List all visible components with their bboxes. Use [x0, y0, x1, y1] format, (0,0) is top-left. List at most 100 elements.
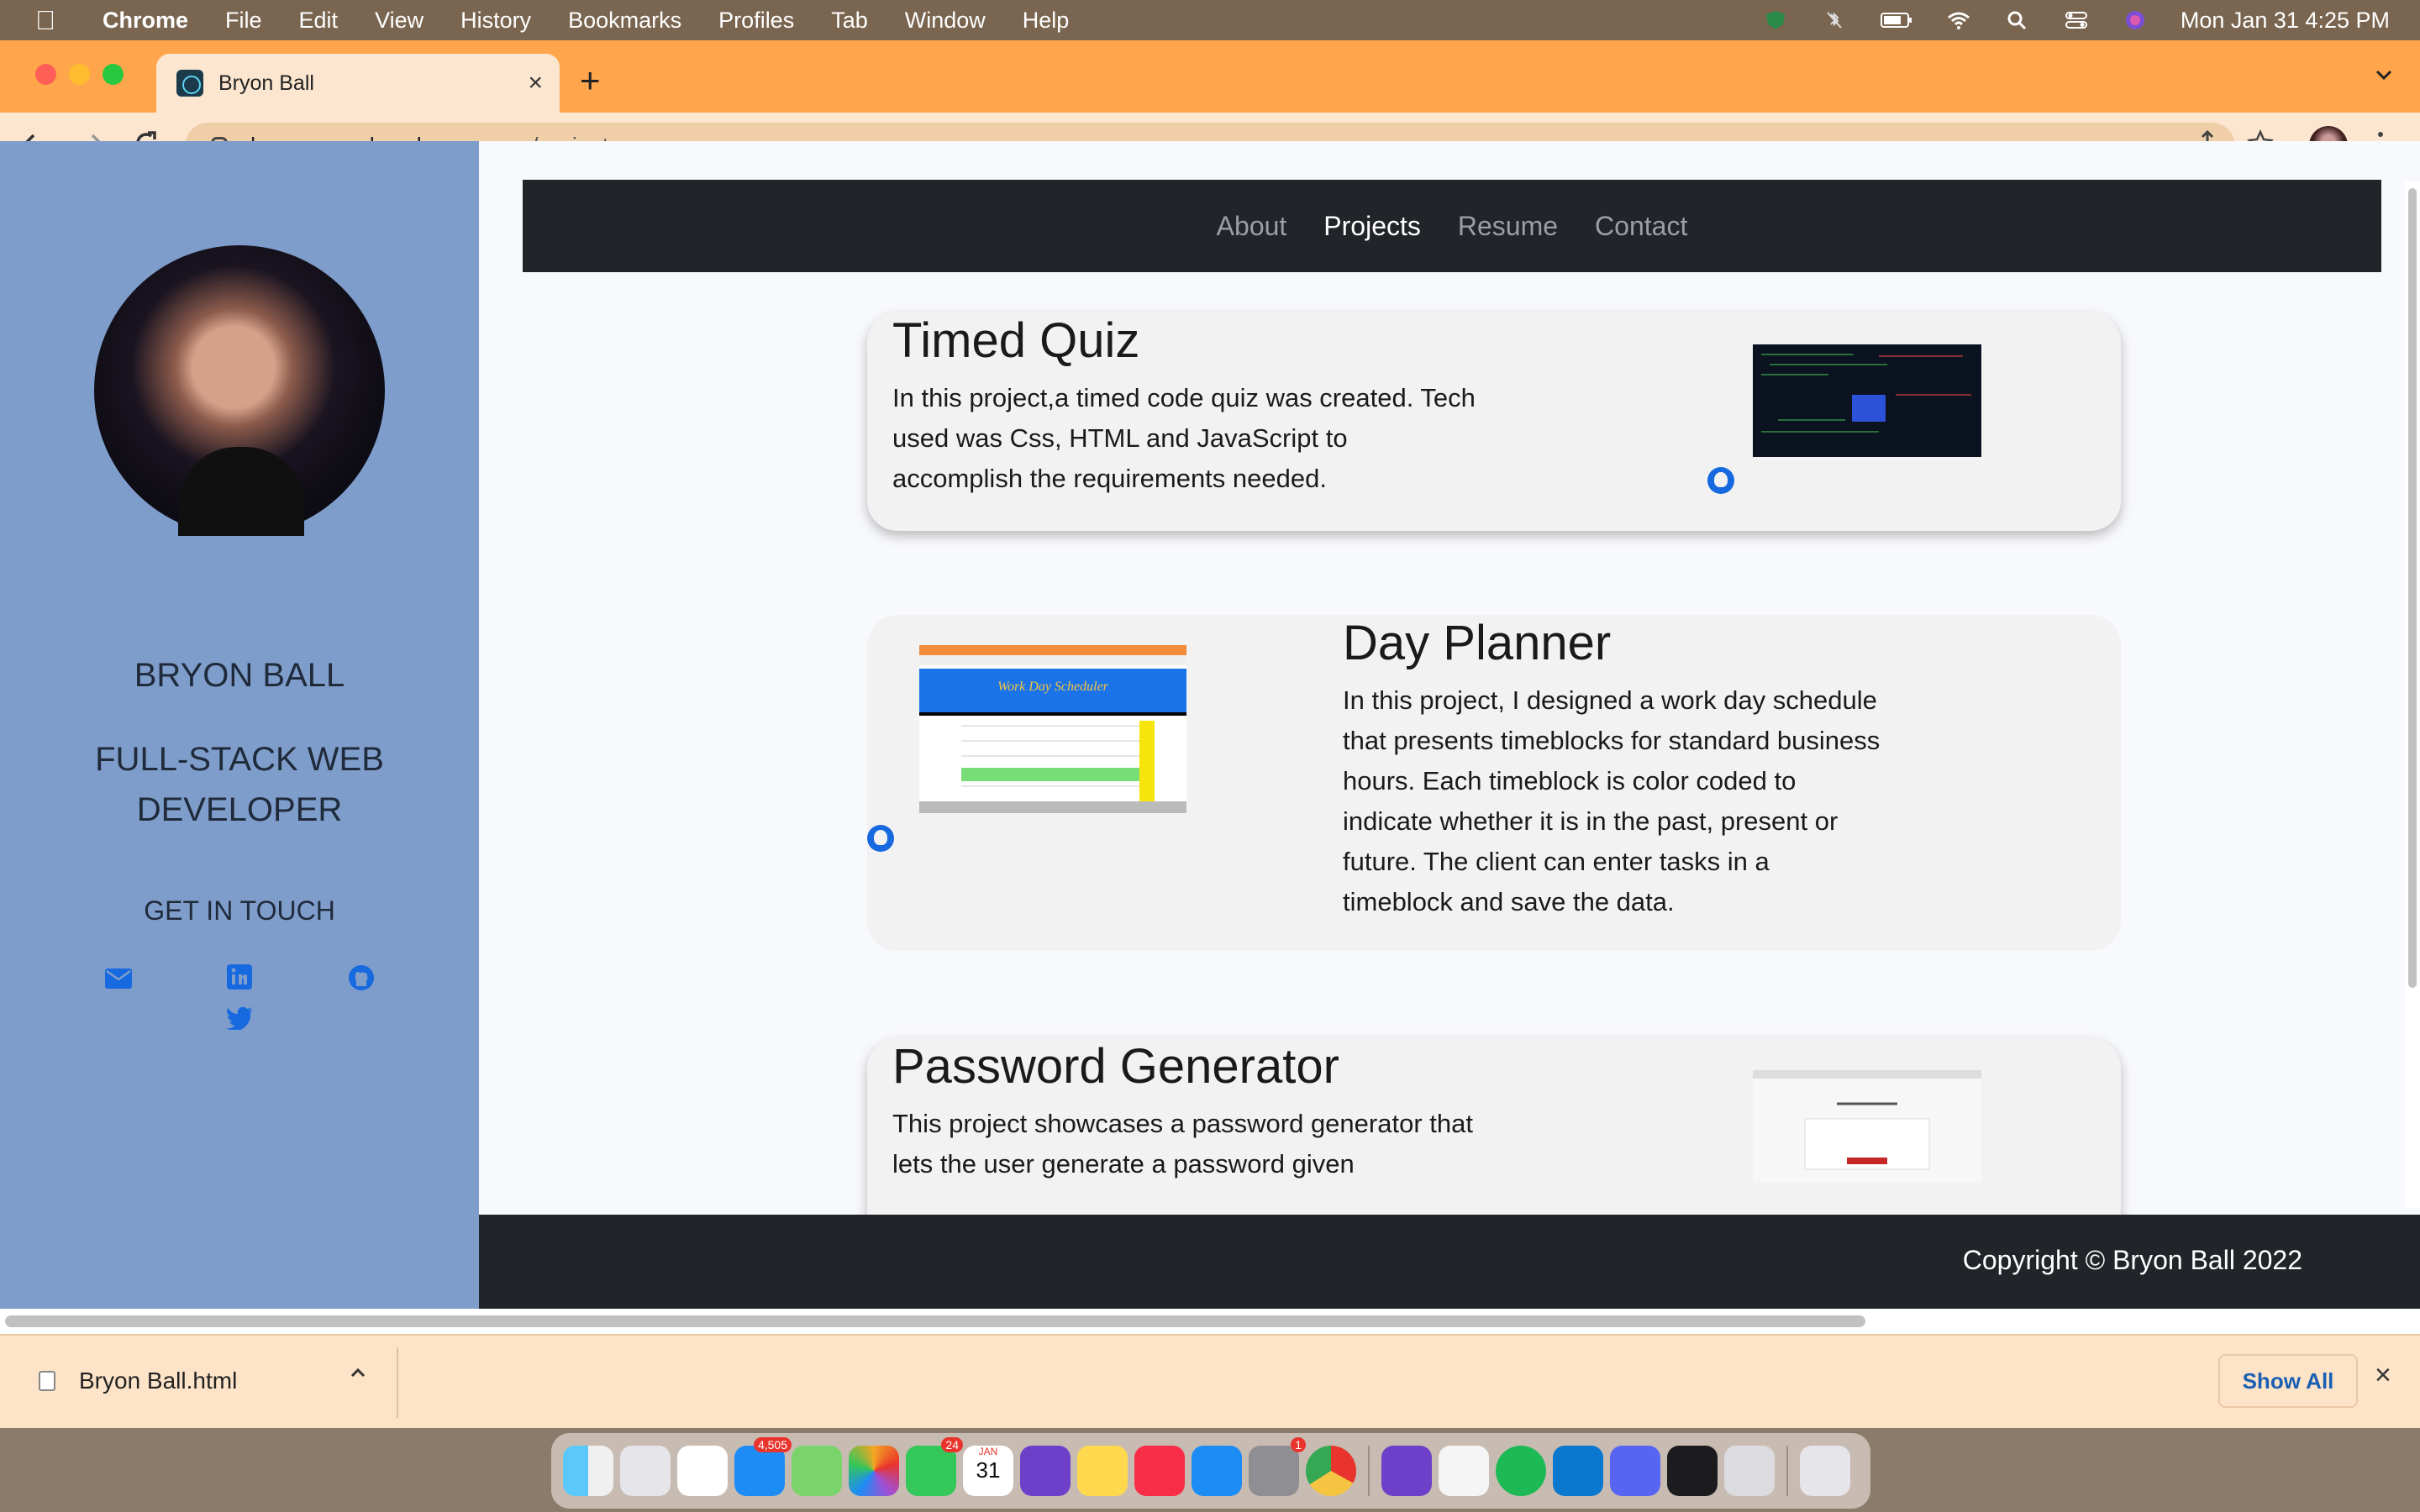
project-description: This project showcases a password genera…	[892, 1109, 1473, 1179]
siri-icon[interactable]	[2122, 9, 2149, 31]
nav-resume[interactable]: Resume	[1458, 211, 1558, 242]
vscode-icon[interactable]	[1553, 1446, 1603, 1496]
project-title: Timed Quiz	[892, 313, 1140, 368]
linkedin-icon[interactable]	[227, 964, 252, 990]
tab-strip: Bryon Ball × +	[0, 40, 2420, 113]
facetime-icon[interactable]: 24	[906, 1437, 963, 1496]
menu-history[interactable]: History	[460, 8, 531, 34]
github-icon[interactable]	[1381, 1446, 1432, 1496]
profile-name: BRYON BALL	[134, 657, 345, 694]
main-content: About Projects Resume Contact Timed Quiz…	[479, 141, 2405, 1309]
profile-sidebar: BRYON BALL FULL-STACK WEB DEVELOPER GET …	[0, 141, 479, 1309]
minimize-window-button[interactable]	[69, 64, 90, 85]
download-item[interactable]: Bryon Ball.html	[39, 1368, 237, 1394]
react-favicon-icon	[176, 70, 203, 97]
github-icon[interactable]	[348, 964, 375, 991]
horizontal-scroll-thumb[interactable]	[5, 1315, 1865, 1327]
top-navigation: About Projects Resume Contact	[523, 180, 2381, 272]
music-icon[interactable]	[1134, 1446, 1185, 1496]
system-preferences-icon[interactable]: 1	[1249, 1437, 1306, 1496]
calendar-day: 31	[976, 1457, 1001, 1483]
menu-edit[interactable]: Edit	[299, 8, 339, 34]
trash-icon[interactable]	[1800, 1446, 1850, 1496]
profile-photo	[94, 245, 385, 536]
maps-icon[interactable]	[792, 1446, 842, 1496]
day-planner-screenshot[interactable]: Work Day Scheduler	[919, 645, 1186, 813]
menu-bookmarks[interactable]: Bookmarks	[568, 8, 681, 34]
wifi-icon[interactable]	[1945, 9, 1972, 31]
horizontal-scrollbar[interactable]	[0, 1309, 2420, 1336]
photos-icon[interactable]	[849, 1446, 899, 1496]
launchpad-icon[interactable]	[620, 1446, 671, 1496]
vertical-scroll-thumb[interactable]	[2408, 188, 2417, 988]
slack-icon[interactable]	[677, 1446, 728, 1496]
nav-contact[interactable]: Contact	[1595, 211, 1687, 242]
password-generator-screenshot[interactable]	[1753, 1070, 1981, 1183]
github-link-icon[interactable]	[867, 825, 894, 852]
menu-file[interactable]: File	[225, 8, 262, 34]
project-card-timed-quiz: Timed Quiz In this project,a timed code …	[867, 312, 2121, 531]
control-center-icon[interactable]	[2063, 9, 2090, 31]
page-footer: Copyright © Bryon Ball 2022	[479, 1215, 2420, 1309]
mail-icon[interactable]: 4,505	[734, 1437, 792, 1496]
chrome-icon[interactable]	[1306, 1446, 1356, 1496]
tab-bryon-ball[interactable]: Bryon Ball ×	[156, 54, 560, 113]
project-description: In this project,a timed code quiz was cr…	[892, 383, 1476, 493]
app-store-icon[interactable]	[1192, 1446, 1242, 1496]
color-picker-icon[interactable]	[1439, 1446, 1489, 1496]
vertical-scrollbar[interactable]	[2405, 181, 2420, 1208]
tab-title: Bryon Ball	[218, 71, 314, 95]
spotify-icon[interactable]	[1496, 1446, 1546, 1496]
nav-about[interactable]: About	[1217, 211, 1287, 242]
download-divider	[397, 1347, 398, 1418]
terminal-icon[interactable]	[1667, 1446, 1718, 1496]
chevron-up-icon[interactable]	[348, 1362, 368, 1383]
project-title: Day Planner	[1343, 616, 1612, 670]
download-bar: Bryon Ball.html Show All ×	[0, 1334, 2420, 1428]
spotlight-search-icon[interactable]	[2004, 9, 2031, 31]
github-desktop-icon[interactable]	[1020, 1446, 1071, 1496]
menu-profiles[interactable]: Profiles	[718, 8, 794, 34]
get-in-touch-heading: GET IN TOUCH	[144, 895, 335, 926]
twitter-icon[interactable]	[225, 1006, 254, 1030]
project-description: In this project, I designed a work day s…	[1343, 685, 1881, 916]
menu-window[interactable]: Window	[905, 8, 986, 34]
facetime-badge: 24	[941, 1437, 963, 1452]
preview-icon[interactable]	[1724, 1446, 1775, 1496]
tab-search-chevron-icon[interactable]	[2373, 64, 2395, 86]
battery-icon[interactable]	[1880, 9, 1913, 31]
menu-view[interactable]: View	[375, 8, 424, 34]
show-all-button[interactable]: Show All	[2218, 1354, 2358, 1408]
menu-bar-clock[interactable]: Mon Jan 31 4:25 PM	[2181, 8, 2390, 34]
project-card-day-planner: Work Day Scheduler Day Planner In this p…	[867, 615, 2121, 951]
settings-badge: 1	[1291, 1437, 1306, 1452]
bluetooth-off-icon[interactable]	[1821, 9, 1848, 31]
new-tab-button[interactable]: +	[580, 60, 601, 101]
apple-menu-icon[interactable]: 	[35, 5, 55, 36]
timed-quiz-screenshot[interactable]	[1753, 344, 1981, 457]
project-title: Password Generator	[892, 1039, 1339, 1094]
discord-icon[interactable]	[1610, 1446, 1660, 1496]
dock-separator	[1368, 1446, 1370, 1496]
macos-menu-bar:  Chrome File Edit View History Bookmark…	[0, 0, 2420, 40]
nav-projects[interactable]: Projects	[1323, 211, 1421, 242]
calendar-month: JAN	[978, 1446, 998, 1457]
mail-badge: 4,505	[753, 1437, 792, 1452]
menu-help[interactable]: Help	[1023, 8, 1070, 34]
calendar-icon[interactable]: JAN 31	[963, 1446, 1013, 1496]
zoom-window-button[interactable]	[103, 64, 124, 85]
file-icon	[39, 1371, 55, 1391]
download-filename: Bryon Ball.html	[79, 1368, 238, 1394]
menu-chrome[interactable]: Chrome	[103, 8, 188, 34]
github-link-icon[interactable]	[1707, 467, 1734, 494]
vpn-shield-icon[interactable]	[1762, 9, 1789, 31]
finder-icon[interactable]	[563, 1446, 613, 1496]
day-planner-thumb-title: Work Day Scheduler	[997, 680, 1109, 694]
notes-icon[interactable]	[1077, 1446, 1128, 1496]
close-window-button[interactable]	[35, 64, 56, 85]
footer-copyright: Copyright © Bryon Ball 2022	[1962, 1245, 2302, 1275]
envelope-icon[interactable]	[104, 968, 133, 990]
menu-tab[interactable]: Tab	[831, 8, 868, 34]
close-tab-icon[interactable]: ×	[528, 69, 543, 97]
close-download-bar-icon[interactable]: ×	[2375, 1359, 2391, 1392]
